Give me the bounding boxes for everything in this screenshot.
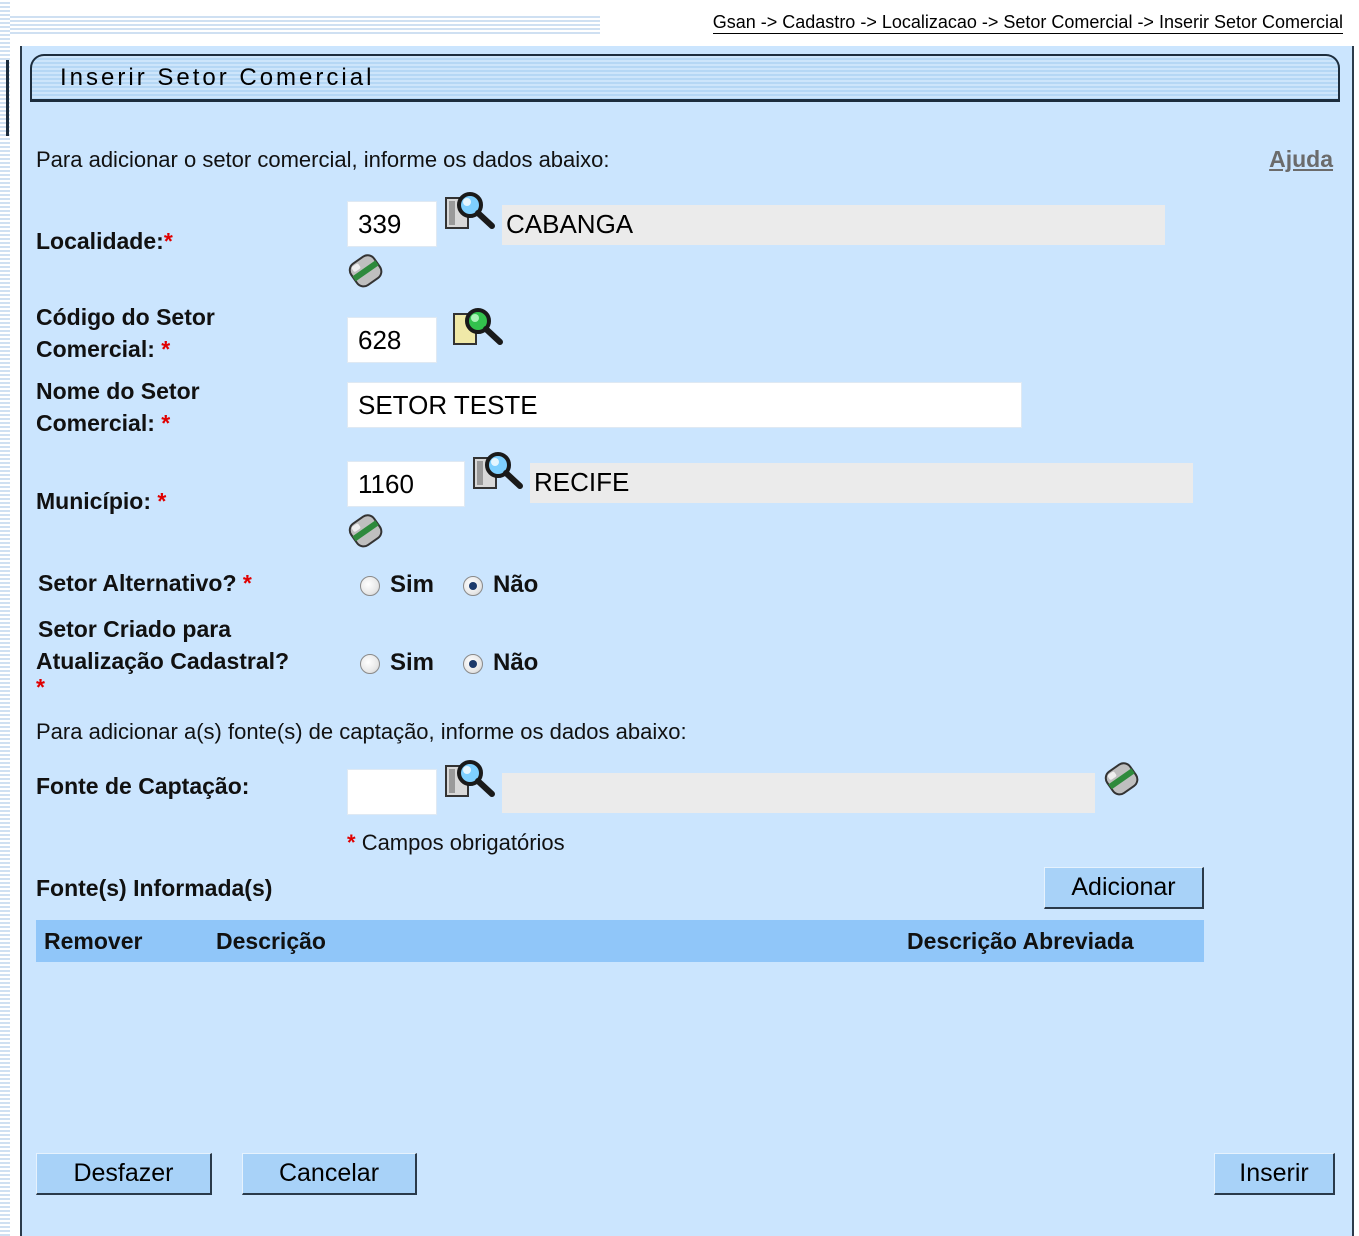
search-icon[interactable] xyxy=(472,450,524,496)
required-mark: * xyxy=(36,674,45,700)
cancelar-button[interactable]: Cancelar xyxy=(242,1153,417,1195)
fonte-captacao-code-input[interactable] xyxy=(347,769,437,815)
radio-label: Não xyxy=(493,571,539,598)
localidade-description-field: CABANGA xyxy=(502,205,1165,245)
required-mark: * xyxy=(157,488,167,514)
verify-search-icon[interactable] xyxy=(452,306,504,352)
top-stripe-decoration xyxy=(0,14,600,36)
nome-setor-label-line1: Nome do Setor xyxy=(36,378,200,404)
column-header-descricao-abreviada: Descrição Abreviada xyxy=(907,928,1134,954)
radio-button[interactable] xyxy=(360,575,380,596)
inserir-button[interactable]: Inserir xyxy=(1214,1153,1335,1195)
municipio-code-input[interactable]: 1160 xyxy=(347,461,465,507)
eraser-icon[interactable] xyxy=(1101,758,1145,802)
setor-alternativo-nao-option[interactable]: Não xyxy=(463,571,538,599)
municipio-label: Município: * xyxy=(36,485,166,517)
search-icon[interactable] xyxy=(444,758,496,804)
setor-criado-label: Setor Criado para Atualização Cadastral?… xyxy=(36,613,290,700)
nome-setor-input[interactable]: SETOR TESTE xyxy=(347,382,1022,428)
left-stripe-decoration xyxy=(0,0,10,1236)
required-mark: * xyxy=(347,830,356,855)
nome-setor-label-line2: Comercial: xyxy=(36,410,155,436)
adicionar-button[interactable]: Adicionar xyxy=(1044,867,1204,909)
required-note-text: Campos obrigatórios xyxy=(361,830,565,855)
left-vertical-bar xyxy=(6,60,9,136)
required-mark: * xyxy=(161,410,171,436)
radio-label: Não xyxy=(493,649,539,676)
fonte-captacao-label: Fonte de Captação: xyxy=(36,773,250,799)
localidade-code-input[interactable]: 339 xyxy=(347,201,437,247)
help-link[interactable]: Ajuda xyxy=(1269,146,1333,173)
codigo-setor-label: Código do Setor Comercial: * xyxy=(36,301,215,365)
setor-alternativo-sim-option[interactable]: Sim xyxy=(360,571,434,599)
radio-button-selected[interactable] xyxy=(463,575,483,596)
municipio-description-field: RECIFE xyxy=(530,463,1193,503)
nome-setor-label: Nome do Setor Comercial: * xyxy=(36,375,200,439)
required-mark: * xyxy=(163,228,173,254)
setor-criado-nao-option[interactable]: Não xyxy=(463,649,538,677)
column-header-descricao: Descrição xyxy=(216,928,326,954)
desfazer-button[interactable]: Desfazer xyxy=(36,1153,212,1195)
setor-criado-label-line1: Setor Criado para xyxy=(38,616,231,642)
column-header-remover: Remover xyxy=(44,928,143,954)
radio-button-selected[interactable] xyxy=(463,653,483,674)
setor-alternativo-label: Setor Alternativo? * xyxy=(38,567,252,599)
setor-alternativo-label-text: Setor Alternativo? xyxy=(38,570,237,596)
fonte-captacao-description-field xyxy=(502,773,1095,813)
municipio-label-text: Município: xyxy=(36,488,151,514)
codigo-setor-label-line1: Código do Setor xyxy=(36,304,215,330)
localidade-label: Localidade:* xyxy=(36,225,173,257)
fontes-table-header: Remover Descrição Descrição Abreviada xyxy=(36,920,1204,962)
setor-criado-sim-option[interactable]: Sim xyxy=(360,649,434,677)
page-title: Inserir Setor Comercial xyxy=(60,64,375,91)
setor-criado-label-line2: Atualização Cadastral? xyxy=(36,648,290,674)
localidade-label-text: Localidade: xyxy=(36,228,164,254)
radio-label: Sim xyxy=(390,649,435,676)
codigo-setor-input[interactable]: 628 xyxy=(347,317,437,363)
required-note: * Campos obrigatórios xyxy=(347,830,565,856)
required-mark: * xyxy=(242,570,252,596)
eraser-icon[interactable] xyxy=(345,510,389,554)
breadcrumb: Gsan -> Cadastro -> Localizacao -> Setor… xyxy=(712,12,1343,34)
codigo-setor-label-line2: Comercial: xyxy=(36,336,155,362)
intro-text: Para adicionar o setor comercial, inform… xyxy=(36,147,610,172)
fonte-intro-text: Para adicionar a(s) fonte(s) de captação… xyxy=(36,719,687,744)
eraser-icon[interactable] xyxy=(345,250,389,294)
radio-label: Sim xyxy=(390,571,435,598)
fontes-section-title: Fonte(s) Informada(s) xyxy=(36,875,273,901)
required-mark: * xyxy=(161,336,171,362)
panel-title-bar: Inserir Setor Comercial xyxy=(30,54,1340,102)
search-icon[interactable] xyxy=(444,190,496,236)
radio-button[interactable] xyxy=(360,653,380,674)
